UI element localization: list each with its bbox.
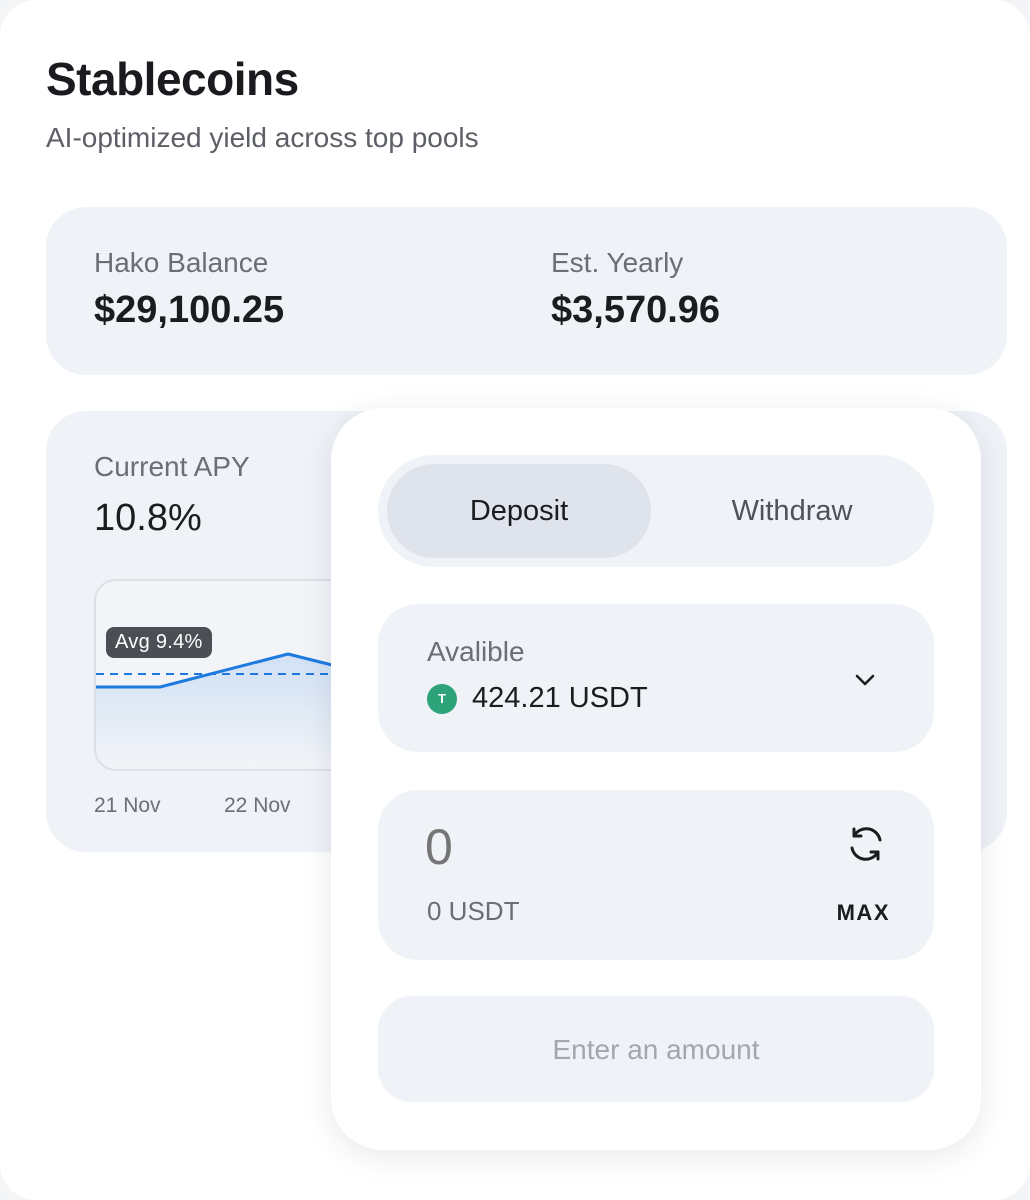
- hako-balance-stat: Hako Balance $29,100.25: [94, 247, 284, 332]
- available-amount: 424.21 USDT: [472, 682, 648, 714]
- hako-balance-label: Hako Balance: [94, 247, 269, 278]
- hako-balance-value: $29,100.25: [94, 289, 285, 331]
- page-title: Stablecoins: [46, 53, 299, 105]
- x-tick-label: 21 Nov: [94, 794, 161, 817]
- available-balance-row: T 424.21 USDT: [427, 682, 648, 715]
- avg-badge: Avg 9.4%: [106, 627, 212, 658]
- amount-field-box: 0 USDT MAX: [378, 790, 934, 960]
- deposit-withdraw-panel: Deposit Withdraw Avalible T 424.21 USDT …: [331, 408, 981, 1150]
- balance-card: Hako Balance $29,100.25 Est. Yearly $3,5…: [46, 207, 1007, 375]
- x-tick-label: 22 Nov: [224, 794, 291, 817]
- tether-icon: T: [427, 683, 457, 714]
- est-yearly-value: $3,570.96: [551, 289, 721, 331]
- current-apy-value: 10.8%: [94, 497, 202, 539]
- est-yearly-stat: Est. Yearly $3,570.96: [551, 247, 720, 332]
- est-yearly-label: Est. Yearly: [551, 247, 684, 278]
- page-subtitle: AI-optimized yield across top pools: [46, 122, 479, 153]
- chevron-down-icon[interactable]: [851, 666, 879, 699]
- amount-input[interactable]: [425, 818, 725, 876]
- mode-tabs: Deposit Withdraw: [378, 455, 934, 567]
- tab-withdraw[interactable]: Withdraw: [660, 464, 924, 558]
- available-label: Avalible: [427, 636, 525, 667]
- tab-deposit[interactable]: Deposit: [387, 464, 651, 558]
- stablecoins-page: Stablecoins AI-optimized yield across to…: [0, 0, 1030, 1200]
- amount-usdt-equivalent: 0 USDT: [427, 896, 520, 926]
- swap-refresh-icon[interactable]: [844, 822, 888, 871]
- max-button[interactable]: MAX: [837, 900, 890, 926]
- token-selector[interactable]: Avalible T 424.21 USDT: [378, 604, 934, 752]
- current-apy-label: Current APY: [94, 451, 250, 482]
- enter-amount-button[interactable]: Enter an amount: [378, 996, 934, 1102]
